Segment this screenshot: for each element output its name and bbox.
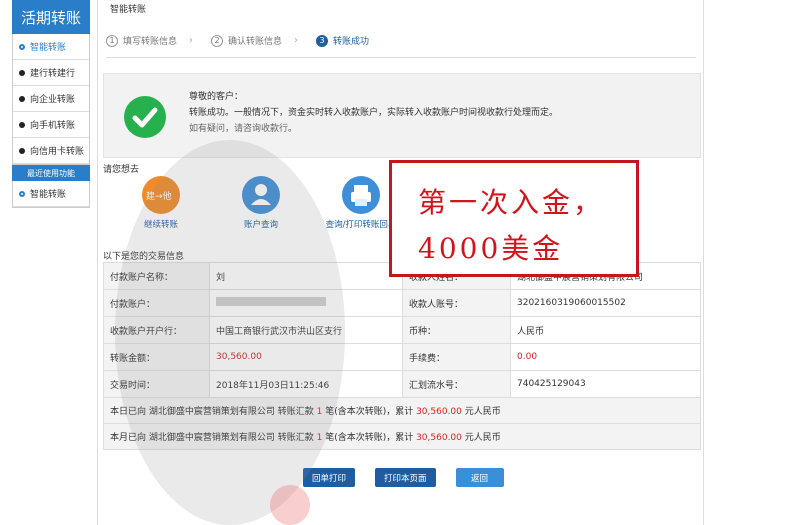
step-indicator: 1 填写转账信息 › 2 确认转账信息 › 3 转账成功 [106,34,696,58]
shortcut-label: 账户查询 [243,220,278,230]
sidebar-item-label: 智能转账 [30,43,67,53]
sidebar-item-ccb-to-ccb[interactable]: 建行转建行 [13,60,89,86]
sidebar-item-to-mobile[interactable]: 向手机转账 [13,112,89,138]
monthly-summary-row: 本月已向 湖北御盛中宸营销策划有限公司 转账汇款 1 笔(含本次转账)，累计 3… [103,423,701,450]
sidebar-recent: 智能转账 [12,181,90,208]
user-icon [242,176,280,214]
transaction-info-title: 以下是您的交易信息 [103,252,185,262]
masked-value-block [216,297,326,306]
bullet-icon [19,147,25,154]
cell-label: 转账金额： [103,343,210,371]
cell-label: 汇划流水号： [402,370,511,398]
bullet-icon [19,69,25,76]
cell-value: 人民币 [510,316,701,344]
step-number: 3 [316,34,329,47]
success-check-icon [124,96,166,138]
bullet-icon [19,121,25,128]
step-number: 2 [211,34,224,47]
sidebar-title: 活期转账 [12,0,90,34]
sidebar-item-label: 建行转建行 [30,69,76,79]
cell-value: 刘 [209,262,403,290]
daily-summary: 本日已向 湖北御盛中宸营销策划有限公司 转账汇款 1 笔(含本次转账)，累计 3… [103,397,701,424]
sidebar: 活期转账 智能转账 建行转建行 向企业转账 向手机转账 向信用卡转账 最近使用功… [12,0,90,208]
sidebar-item-label: 智能转账 [30,190,67,200]
cell-label: 交易时间： [103,370,210,398]
step-label: 转账成功 [333,37,370,47]
sidebar-recent-smart-transfer[interactable]: 智能转账 [13,181,89,207]
table-row: 付款账户： 收款人账号： 3202160319060015502 [103,289,701,317]
fee-amount: 0.00 [510,343,701,371]
account-query-button[interactable]: 账户查询 [213,176,309,230]
annotation-line-1: 第一次入金， [418,186,605,219]
notice-greeting: 尊敬的客户： [189,92,244,102]
bullet-icon [19,95,25,102]
table-row: 交易时间： 2018年11月03日11:25:46 汇划流水号： 7404251… [103,370,701,398]
summary-text: 笔(含本次转账)，累计 [322,433,417,443]
sidebar-item-label: 向手机转账 [30,121,76,131]
annotation-line-2: 4000美金 [418,232,564,265]
back-button[interactable]: 返回 [455,468,504,487]
step-1: 1 填写转账信息 › [106,34,193,47]
notice-text: 尊敬的客户： 转账成功。一般情况下，资金实时转入收款账户，实际转入收款账户时间视… [189,89,639,137]
next-actions: 建→他 继续转账 账户查询 查询/打印转账回单 [113,176,409,230]
table-row: 收款账户开户行： 中国工商银行武汉市洪山区支行 币种： 人民币 [103,316,701,344]
chevron-right-icon: › [294,35,299,46]
transfer-icon: 建→他 [142,176,180,214]
printer-icon [342,176,380,214]
summary-text: 本日已向 湖北御盛中宸营销策划有限公司 转账汇款 [110,407,317,417]
chevron-right-icon: › [189,35,194,46]
step-label: 确认转账信息 [228,37,283,47]
step-3: 3 转账成功 [316,34,369,47]
next-actions-title: 请您想去 [103,165,140,175]
cell-value: 740425129043 [510,370,701,398]
success-notice: 尊敬的客户： 转账成功。一般情况下，资金实时转入收款账户，实际转入收款账户时间视… [103,73,701,158]
step-number: 1 [106,34,118,47]
notice-help: 如有疑问，请咨询收款行。 [189,124,298,134]
sidebar-item-to-company[interactable]: 向企业转账 [13,86,89,112]
shortcut-label: 查询/打印转账回单 [325,220,397,230]
sidebar-item-smart-transfer[interactable]: 智能转账 [13,34,89,60]
shortcut-label: 继续转账 [143,220,178,230]
cell-label: 收款账户开户行： [103,316,210,344]
summary-text: 元人民币 [461,433,501,443]
page: 活期转账 智能转账 建行转建行 向企业转账 向手机转账 向信用卡转账 最近使用功… [0,0,800,525]
cell-value: 3202160319060015502 [510,289,701,317]
sidebar-menu: 智能转账 建行转建行 向企业转账 向手机转账 向信用卡转账 [12,34,90,165]
cell-label: 收款人账号： [402,289,511,317]
summary-text: 元人民币 [461,407,501,417]
radio-ring-icon [19,190,25,197]
cell-value: 2018年11月03日11:25:46 [209,370,403,398]
step-2: 2 确认转账信息 › [211,34,298,47]
table-row: 转账金额： 30,560.00 手续费： 0.00 [103,343,701,371]
summary-text: 笔(含本次转账)，累计 [322,407,417,417]
radio-ring-icon [19,43,25,50]
transaction-info-table: 付款账户名称： 刘 收款人姓名： 湖北御盛中宸营销策划有限公司 付款账户： 收款… [103,262,701,450]
cell-label: 手续费： [402,343,511,371]
sidebar-item-label: 向信用卡转账 [30,147,85,157]
summary-amount: 30,560.00 [416,433,462,443]
cell-label: 付款账户： [103,289,210,317]
action-buttons: 回单打印 打印本页面 返回 [303,468,524,487]
monthly-summary: 本月已向 湖北御盛中宸营销策划有限公司 转账汇款 1 笔(含本次转账)，累计 3… [103,423,701,450]
print-receipt-button[interactable]: 回单打印 [303,468,356,487]
step-label: 填写转账信息 [123,37,178,47]
sidebar-item-to-credit-card[interactable]: 向信用卡转账 [13,138,89,164]
transfer-amount: 30,560.00 [209,343,403,371]
cell-value [209,289,403,317]
cell-label: 付款账户名称： [103,262,210,290]
print-page-button[interactable]: 打印本页面 [375,468,436,487]
cell-label: 币种： [402,316,511,344]
cell-value: 中国工商银行武汉市洪山区支行 [209,316,403,344]
continue-transfer-button[interactable]: 建→他 继续转账 [113,176,209,230]
sidebar-section-recent: 最近使用功能 [12,165,90,181]
page-title: 智能转账 [110,5,147,15]
daily-summary-row: 本日已向 湖北御盛中宸营销策划有限公司 转账汇款 1 笔(含本次转账)，累计 3… [103,397,701,424]
summary-text: 本月已向 湖北御盛中宸营销策划有限公司 转账汇款 [110,433,317,443]
notice-message: 转账成功。一般情况下，资金实时转入收款账户，实际转入收款账户时间视收款行处理而定… [189,108,559,118]
annotation-box: 第一次入金， 4000美金 [389,160,639,277]
summary-amount: 30,560.00 [416,407,462,417]
sidebar-item-label: 向企业转账 [30,95,76,105]
